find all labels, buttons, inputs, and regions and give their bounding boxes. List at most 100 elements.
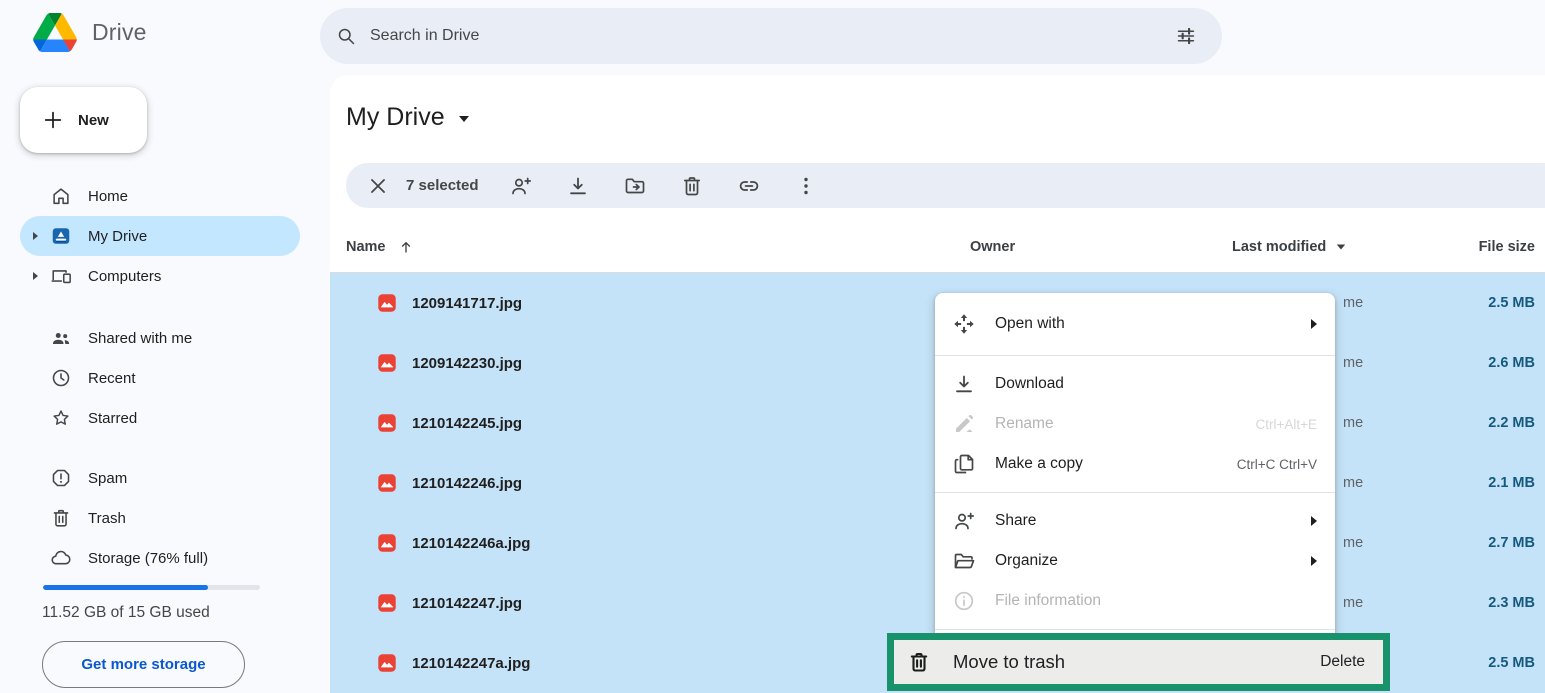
file-name: 1210142246a.jpg [412,513,530,573]
menu-item-open-with[interactable]: Open with [935,301,1335,347]
menu-item-organize[interactable]: Organize [935,541,1335,581]
sidebar-item-starred[interactable]: Starred [20,398,300,438]
sidebar-item-label: Recent [88,370,136,387]
image-file-icon [376,592,398,614]
trash-button[interactable] [680,174,704,198]
column-header-owner[interactable]: Owner [970,239,1015,255]
sidebar-item-recent[interactable]: Recent [20,358,300,398]
sidebar-item-label: Computers [88,268,161,285]
drive-logo[interactable]: Drive [33,13,147,52]
table-header: Name Owner Last modified File size [330,225,1545,273]
download-icon [952,372,976,396]
sidebar-item-home[interactable]: Home [20,176,300,216]
search-icon [336,26,356,46]
file-size: 2.5 MB [1488,633,1535,693]
menu-item-file-information: File information [935,581,1335,621]
sidebar-item-spam[interactable]: Spam [20,458,300,498]
sidebar-item-shared-with-me[interactable]: Shared with me [20,318,300,358]
my-drive-icon [50,225,72,247]
new-button-label: New [78,112,109,129]
storage-progress-bar [43,585,260,590]
sidebar-item-label: My Drive [88,228,147,245]
person-add-icon [952,509,976,533]
submenu-caret-icon [1311,516,1317,526]
expand-caret-icon[interactable] [28,272,42,280]
search-placeholder: Search in Drive [370,27,1176,45]
file-name: 1209141717.jpg [412,273,522,333]
file-owner: me [1343,333,1363,393]
menu-divider [935,355,1335,356]
move-to-folder-button[interactable] [623,174,647,198]
image-file-icon [376,472,398,494]
sidebar-item-my-drive[interactable]: My Drive [20,216,300,256]
file-name: 1210142246.jpg [412,453,522,513]
people-icon [50,327,72,349]
drive-logo-icon [33,13,77,52]
search-input[interactable]: Search in Drive [320,8,1222,64]
sidebar-item-label: Starred [88,410,137,427]
file-size: 2.2 MB [1488,393,1535,453]
column-header-size[interactable]: File size [1479,239,1535,255]
share-button[interactable] [509,174,533,198]
page-title[interactable]: My Drive [346,103,469,132]
selected-count: 7 selected [406,177,479,194]
image-file-icon [376,532,398,554]
storage-progress-fill [43,585,208,590]
trash-icon [907,650,931,674]
star-icon [50,407,72,429]
sidebar-item-label: Spam [88,470,127,487]
file-name: 1209142230.jpg [412,333,522,393]
menu-item-download[interactable]: Download [935,364,1335,404]
column-header-modified[interactable]: Last modified [1232,239,1346,255]
download-button[interactable] [566,174,590,198]
pencil-icon [952,412,976,436]
file-size: 2.5 MB [1488,273,1535,333]
file-owner: me [1343,573,1363,633]
new-button[interactable]: New [20,87,147,153]
sidebar-item-label: Shared with me [88,330,192,347]
column-header-name[interactable]: Name [346,239,414,255]
sidebar-item-computers[interactable]: Computers [20,256,300,296]
sidebar-item-storage[interactable]: Storage (76% full) [20,538,300,578]
image-file-icon [376,352,398,374]
sort-descending-icon [1337,244,1346,249]
menu-item-share[interactable]: Share [935,501,1335,541]
menu-item-rename: Rename Ctrl+Alt+E [935,404,1335,444]
app-wordmark: Drive [92,19,147,46]
open-with-icon [952,312,976,336]
menu-divider [935,629,1335,630]
cloud-icon [50,547,72,569]
file-size: 2.3 MB [1488,573,1535,633]
file-name: 1210142247.jpg [412,573,522,633]
file-size: 2.7 MB [1488,513,1535,573]
copy-icon [952,452,976,476]
sidebar-item-label: Home [88,188,128,205]
clear-selection-button[interactable] [366,174,390,198]
file-owner: me [1343,453,1363,513]
folder-open-icon [952,549,976,573]
sidebar-item-label: Trash [88,510,126,527]
menu-item-make-a-copy[interactable]: Make a copy Ctrl+C Ctrl+V [935,444,1335,484]
trash-icon [50,507,72,529]
sidebar-item-trash[interactable]: Trash [20,498,300,538]
get-more-storage-button[interactable]: Get more storage [42,641,245,688]
search-filters-icon[interactable] [1176,26,1196,46]
image-file-icon [376,412,398,434]
chevron-down-icon [459,116,469,122]
file-owner: me [1343,513,1363,573]
image-file-icon [376,292,398,314]
expand-caret-icon[interactable] [28,232,42,240]
file-size: 2.6 MB [1488,333,1535,393]
copy-link-button[interactable] [737,174,761,198]
sort-ascending-icon [398,239,414,255]
submenu-caret-icon [1311,319,1317,329]
file-owner: me [1343,273,1363,333]
file-name: 1210142247a.jpg [412,633,530,693]
menu-divider [935,492,1335,493]
plus-icon [42,109,64,131]
file-size: 2.1 MB [1488,453,1535,513]
more-actions-button[interactable] [794,174,818,198]
menu-item-move-to-trash[interactable]: Move to trash [953,651,1320,673]
highlight-box: Move to trash Delete [887,633,1390,691]
sidebar: Drive New Home My Drive Computers Shared [0,0,330,693]
